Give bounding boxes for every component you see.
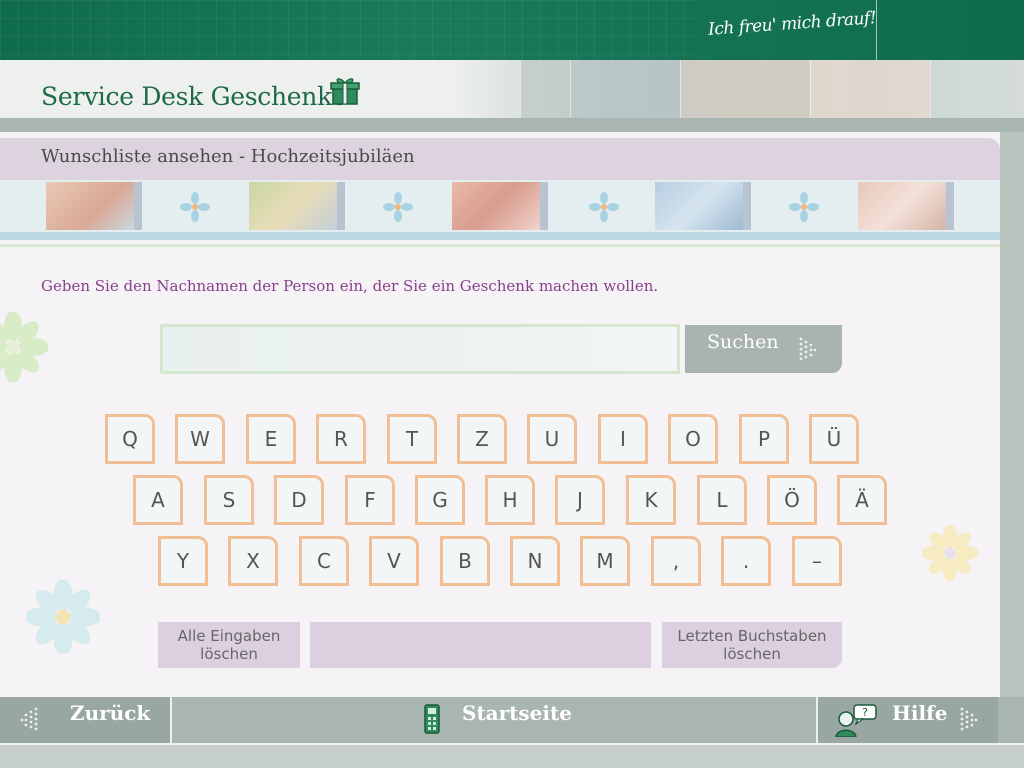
phone-icon [424,704,440,734]
brand-pattern [0,0,700,60]
key-c[interactable]: C [299,536,349,586]
help-label: Hilfe [892,701,948,725]
decorative-line [0,244,1000,247]
brand-slogan: Ich freu' mich drauf! [707,8,877,40]
back-label: Zurück [70,701,151,725]
key-comma[interactable]: , [651,536,701,586]
key-z[interactable]: Z [457,414,507,464]
key-a[interactable]: A [133,475,183,525]
key-j[interactable]: J [555,475,605,525]
page-title: Service Desk Geschenke [41,82,347,111]
delete-last-button[interactable]: Letzten Buchstaben löschen [662,622,842,668]
flower-decoration-icon [922,525,978,581]
arrow-right-dots-icon [960,707,978,731]
help-person-icon: ? [835,704,877,737]
collage-photo [810,60,930,118]
search-button[interactable]: Suchen [685,325,842,373]
clear-all-label-line1: Alle Eingaben [177,627,281,645]
key-s[interactable]: S [204,475,254,525]
key-o[interactable]: O [668,414,718,464]
key-l[interactable]: L [697,475,747,525]
key-u[interactable]: U [527,414,577,464]
key-period[interactable]: . [721,536,771,586]
flower-decoration-icon [0,312,48,382]
collage-photo [930,60,1024,118]
key-ue[interactable]: Ü [809,414,859,464]
svg-text:?: ? [862,706,868,719]
page-header: Service Desk Geschenke [0,60,1024,118]
collage-photo [570,60,680,118]
key-r[interactable]: R [316,414,366,464]
key-ae[interactable]: Ä [837,475,887,525]
footer-nav: Zurück Startseite ? Hilfe [0,697,1024,743]
key-v[interactable]: V [369,536,419,586]
arrow-left-dots-icon [20,707,38,731]
space-button[interactable] [310,622,651,668]
key-oe[interactable]: Ö [767,475,817,525]
key-h[interactable]: H [485,475,535,525]
key-y[interactable]: Y [158,536,208,586]
delete-last-label-line1: Letzten Buchstaben [677,627,827,645]
gift-icon [330,78,360,105]
flower-decoration-icon [26,580,100,654]
photo-strip [0,180,1000,232]
help-button[interactable]: ? Hilfe [818,697,998,743]
key-b[interactable]: B [440,536,490,586]
photo-child-smile [46,182,142,230]
collage-photo [680,60,810,118]
key-q[interactable]: Q [105,414,155,464]
arrow-dots-icon [799,337,817,361]
bottom-bar [0,743,1024,768]
key-f[interactable]: F [345,475,395,525]
search-button-label: Suchen [707,331,779,353]
search-input[interactable] [160,324,680,374]
clear-all-button[interactable]: Alle Eingaben löschen [158,622,300,668]
top-brand-bar: Ich freu' mich drauf! [0,0,1024,60]
decorative-line [0,232,1000,240]
clear-all-label-line2: löschen [200,645,258,663]
key-dash[interactable]: – [792,536,842,586]
key-k[interactable]: K [626,475,676,525]
photo-rings [858,182,954,230]
key-d[interactable]: D [274,475,324,525]
header-separator [0,118,1024,132]
key-p[interactable]: P [739,414,789,464]
back-button[interactable]: Zurück [0,697,170,743]
header-photo-collage [450,60,1024,118]
key-i[interactable]: I [598,414,648,464]
photo-candle [249,182,345,230]
key-w[interactable]: W [175,414,225,464]
key-m[interactable]: M [580,536,630,586]
home-label: Startseite [462,701,572,725]
key-x[interactable]: X [228,536,278,586]
photo-couple [452,182,548,230]
photo-gift-box [655,182,751,230]
collage-photo [520,60,570,118]
small-flower-icon [789,192,819,222]
breadcrumb: Wunschliste ansehen - Hochzeitsjubiläen [0,138,1000,180]
key-g[interactable]: G [415,475,465,525]
home-button[interactable]: Startseite [172,697,816,743]
key-t[interactable]: T [387,414,437,464]
key-e[interactable]: E [246,414,296,464]
topbar-divider [876,0,877,60]
breadcrumb-text: Wunschliste ansehen - Hochzeitsjubiläen [41,146,415,167]
small-flower-icon [383,192,413,222]
delete-last-label-line2: löschen [723,645,781,663]
key-n[interactable]: N [510,536,560,586]
small-flower-icon [589,192,619,222]
right-margin [1000,132,1024,697]
instruction-text: Geben Sie den Nachnamen der Person ein, … [41,277,659,295]
small-flower-icon [180,192,210,222]
